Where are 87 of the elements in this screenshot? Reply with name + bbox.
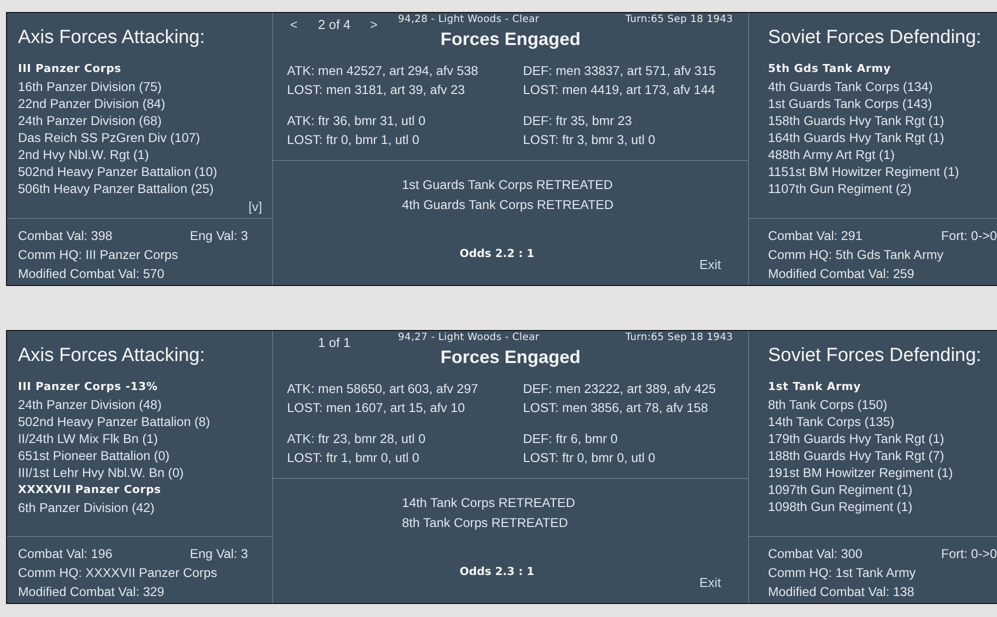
location-label: 94,28 - Light Woods - Clear — [398, 13, 540, 27]
unit-entry: 1151st BM Howitzer Regiment (1) — [768, 163, 960, 180]
panel-title: Forces Engaged — [440, 347, 581, 367]
unit-entry: 502nd Heavy Panzer Battalion (10) — [18, 163, 218, 180]
exit-link[interactable]: Exit — [699, 257, 721, 273]
unit-entry: 1st Guards Tank Corps (143) — [768, 95, 932, 112]
combat-value: Combat Val: 196 — [18, 545, 112, 563]
unit-entry: 1098th Gun Regiment (1) — [768, 498, 912, 515]
modified-combat-value: Modified Combat Val: 259 — [768, 265, 914, 283]
unit-entry: III/1st Lehr Hvy Nbl.W. Bn (0) — [18, 464, 184, 481]
defender-stat: DEF: men 33837, art 571, afv 315 — [523, 62, 716, 80]
side-title: Axis Forces Attacking: — [18, 27, 205, 49]
fort-value: Fort: 0->0 — [941, 227, 997, 245]
command-hq: Comm HQ: 5th Gds Tank Army — [768, 246, 944, 264]
unit-entry: 164th Guards Hvy Tank Rgt (1) — [768, 129, 944, 146]
combat-value: Combat Val: 398 — [18, 227, 112, 245]
defender-stat: LOST: men 4419, art 173, afv 144 — [523, 81, 716, 99]
unit-entry: 8th Tank Corps (150) — [768, 396, 888, 413]
attacker-stat: LOST: men 1607, art 15, afv 10 — [287, 399, 465, 417]
attacker-stat: ATK: ftr 36, bmr 31, utl 0 — [287, 112, 426, 130]
next-arrow[interactable]: > — [370, 17, 378, 33]
defender-stat: LOST: men 3856, art 78, afv 158 — [523, 399, 708, 417]
page-counter: 2 of 4 — [318, 17, 351, 33]
side-title: Soviet Forces Defending: — [768, 27, 982, 49]
command-hq: Comm HQ: XXXXVII Panzer Corps — [18, 564, 218, 582]
formation-header: III Panzer Corps -13% — [18, 379, 158, 395]
odds-label: Odds 2.3 : 1 — [460, 564, 534, 580]
formation-header: XXXXVII Panzer Corps — [18, 482, 162, 498]
turn-date: Turn:65 Sep 18 1943 — [625, 13, 733, 27]
combat-value: Combat Val: 291 — [768, 227, 862, 245]
formation-header: III Panzer Corps — [18, 61, 122, 77]
previous-arrow[interactable]: < — [290, 17, 298, 33]
unit-entry: 2nd Hvy Nbl.W. Rgt (1) — [18, 146, 149, 163]
panel-title: Forces Engaged — [440, 29, 581, 49]
unit-entry: 191st BM Howitzer Regiment (1) — [768, 464, 953, 481]
unit-entry: 6th Panzer Division (42) — [18, 499, 155, 516]
defender-stat: LOST: ftr 3, bmr 3, utl 0 — [523, 131, 656, 149]
unit-entry: 1107th Gun Regiment (2) — [768, 180, 912, 197]
unit-entry: 16th Panzer Division (75) — [18, 78, 162, 95]
engineer-value: Eng Val: 3 — [190, 227, 248, 245]
expand-toggle[interactable]: [v] — [248, 198, 262, 215]
attacker-stat: LOST: men 3181, art 39, afv 23 — [287, 81, 465, 99]
side-title: Axis Forces Attacking: — [18, 345, 205, 367]
combat-value: Combat Val: 300 — [768, 545, 862, 563]
unit-entry: 158th Guards Hvy Tank Rgt (1) — [768, 112, 944, 129]
attacker-stat: ATK: ftr 23, bmr 28, utl 0 — [287, 430, 426, 448]
odds-label: Odds 2.2 : 1 — [460, 246, 534, 262]
defender-stat: LOST: ftr 0, bmr 0, utl 0 — [523, 449, 656, 467]
turn-date: Turn:65 Sep 18 1943 — [625, 331, 733, 345]
formation-header: 1st Tank Army — [768, 379, 861, 395]
unit-entry: 4th Guards Tank Corps (134) — [768, 78, 933, 95]
unit-entry: Das Reich SS PzGren Div (107) — [18, 129, 200, 146]
unit-entry: 651st Pioneer Battalion (0) — [18, 447, 170, 464]
defender-stat: DEF: ftr 6, bmr 0 — [523, 430, 618, 448]
modified-combat-value: Modified Combat Val: 329 — [18, 583, 164, 601]
unit-entry: II/24th LW Mix Flk Bn (1) — [18, 430, 158, 447]
side-title: Soviet Forces Defending: — [768, 345, 982, 367]
defender-stat: DEF: ftr 35, bmr 23 — [523, 112, 632, 130]
command-hq: Comm HQ: 1st Tank Army — [768, 564, 916, 582]
command-hq: Comm HQ: III Panzer Corps — [18, 246, 178, 264]
formation-header: 5th Gds Tank Army — [768, 61, 891, 77]
result-line: 14th Tank Corps RETREATED — [402, 494, 576, 512]
unit-entry: 1097th Gun Regiment (1) — [768, 481, 912, 498]
unit-entry: 24th Panzer Division (68) — [18, 112, 162, 129]
exit-link[interactable]: Exit — [699, 575, 721, 591]
unit-entry: 24th Panzer Division (48) — [18, 396, 162, 413]
engineer-value: Eng Val: 3 — [190, 545, 248, 563]
modified-combat-value: Modified Combat Val: 570 — [18, 265, 164, 283]
modified-combat-value: Modified Combat Val: 138 — [768, 583, 914, 601]
unit-entry: 488th Army Art Rgt (1) — [768, 146, 895, 163]
result-line: 4th Guards Tank Corps RETREATED — [402, 196, 614, 214]
unit-entry: 506th Heavy Panzer Battalion (25) — [18, 180, 214, 197]
location-label: 94,27 - Light Woods - Clear — [398, 331, 540, 345]
result-line: 1st Guards Tank Corps RETREATED — [402, 176, 613, 194]
fort-value: Fort: 0->0 — [941, 545, 997, 563]
attacker-stat: ATK: men 42527, art 294, afv 538 — [287, 62, 478, 80]
unit-entry: 22nd Panzer Division (84) — [18, 95, 166, 112]
defender-stat: DEF: men 23222, art 389, afv 425 — [523, 380, 716, 398]
attacker-stat: ATK: men 58650, art 603, afv 297 — [287, 380, 478, 398]
attacker-stat: LOST: ftr 0, bmr 1, utl 0 — [287, 131, 420, 149]
page-counter: 1 of 1 — [318, 335, 351, 351]
attacker-stat: LOST: ftr 1, bmr 0, utl 0 — [287, 449, 420, 467]
unit-entry: 14th Tank Corps (135) — [768, 413, 894, 430]
unit-entry: 188th Guards Hvy Tank Rgt (7) — [768, 447, 944, 464]
unit-entry: 502nd Heavy Panzer Battalion (8) — [18, 413, 210, 430]
unit-entry: 179th Guards Hvy Tank Rgt (1) — [768, 430, 944, 447]
result-line: 8th Tank Corps RETREATED — [402, 514, 568, 532]
